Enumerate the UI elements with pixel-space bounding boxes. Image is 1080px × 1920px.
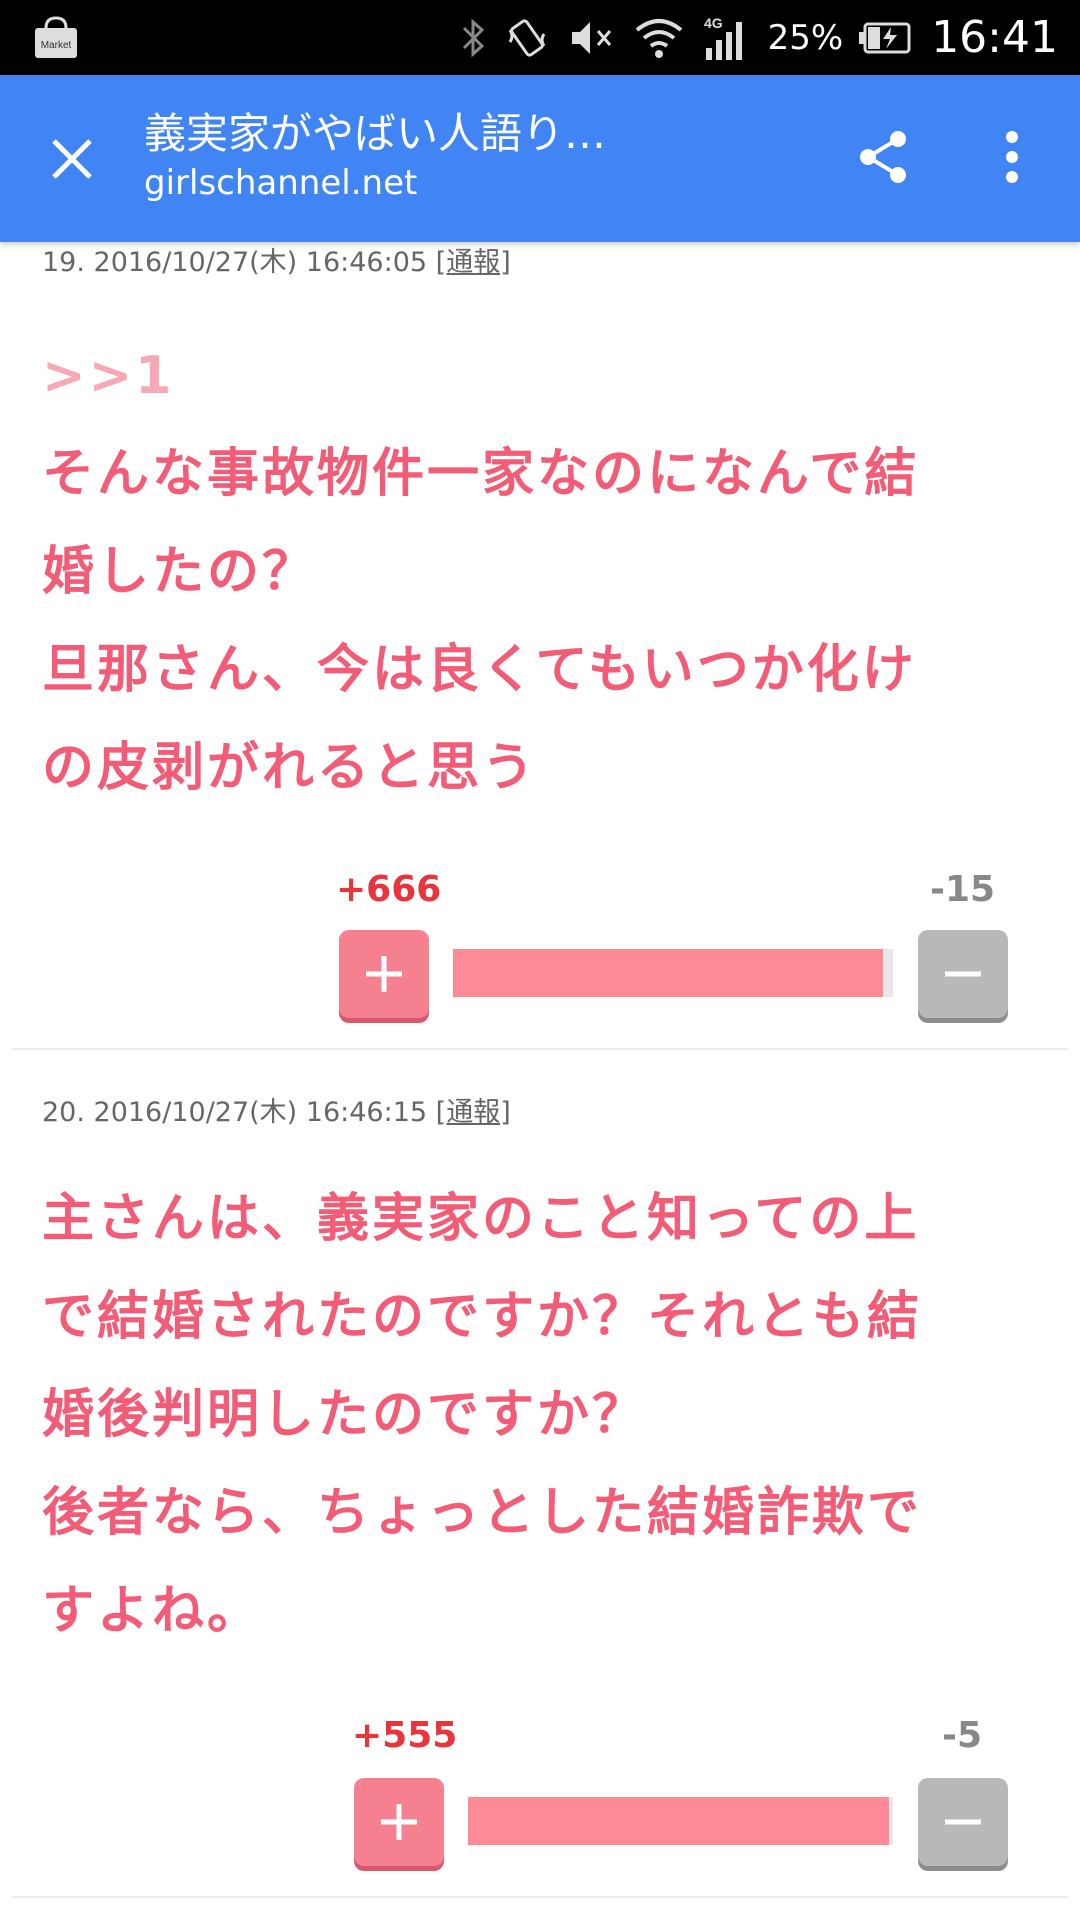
vote-ratio-bar: [468, 1797, 893, 1845]
comment-line: すよね。: [42, 1581, 263, 1641]
comment-line: そんな事故物件一家なのになんで結: [42, 444, 920, 504]
minus-count: -5: [942, 1715, 982, 1756]
signal-icon: 4G: [702, 14, 750, 62]
comment-number-date: 20. 2016/10/27(木) 16:46:15: [42, 1097, 428, 1128]
clock: 16:41: [931, 12, 1058, 63]
comment-divider: [12, 1896, 1068, 1898]
vote-ratio-bar: [453, 949, 893, 997]
comment-line: 婚後判明したのですか？: [42, 1385, 648, 1445]
page-domain: girlschannel.net: [144, 163, 418, 204]
comment-number-date: 19. 2016/10/27(木) 16:46:05: [42, 247, 428, 278]
report-link[interactable]: [通報]: [436, 247, 511, 278]
battery-percent: 25%: [767, 17, 844, 58]
vibrate-icon: [506, 16, 550, 60]
share-button[interactable]: [848, 121, 920, 193]
comment-line: 主さんは、義実家のこと知っての上: [42, 1189, 920, 1249]
minus-vote-button[interactable]: [918, 930, 1008, 1018]
more-vert-icon: [1006, 131, 1018, 183]
comment-line: 旦那さん、今は良くてもいつか化け: [42, 640, 917, 700]
minus-vote-button[interactable]: [918, 1778, 1008, 1866]
wifi-icon: [634, 16, 684, 60]
vote-ratio-fill: [453, 949, 884, 997]
more-options-button[interactable]: [976, 121, 1048, 193]
minus-count: -15: [930, 869, 996, 910]
comment-line: で結婚されたのですか？それとも結: [42, 1287, 923, 1347]
comment-line: 婚したの？: [42, 542, 318, 602]
comment-item: 20. 2016/10/27(木) 16:46:15 [通報] 主さんは、義実家…: [0, 1050, 1080, 1920]
plus-icon: [381, 1804, 417, 1840]
plus-count: +555: [352, 1715, 458, 1756]
comment-line: 後者なら、ちょっとした結婚詐欺で: [42, 1483, 923, 1543]
plus-count: +666: [336, 869, 442, 910]
custom-tab-toolbar: 義実家がやばい人語り… girlschannel.net: [0, 75, 1080, 242]
plus-icon: [366, 956, 402, 992]
comment-meta: 20. 2016/10/27(木) 16:46:15 [通報]: [42, 1090, 511, 1129]
comment-item: 19. 2016/10/27(木) 16:46:05 [通報] >>1 そんな事…: [0, 242, 1080, 1050]
comment-meta: 19. 2016/10/27(木) 16:46:05 [通報]: [42, 242, 511, 279]
market-icon: Market: [32, 14, 80, 60]
status-bar: Market 4G 25% 16:41: [0, 0, 1080, 75]
minus-icon: [945, 971, 981, 977]
page-title: 義実家がやばい人語り…: [144, 109, 607, 158]
comment-list: 19. 2016/10/27(木) 16:46:05 [通報] >>1 そんな事…: [0, 242, 1080, 1920]
reply-anchor-link[interactable]: >>1: [42, 327, 1042, 425]
comment-body: 主さんは、義実家のこと知っての上 で結婚されたのですか？それとも結 婚後判明した…: [42, 1170, 1042, 1660]
network-type: 4G: [704, 15, 723, 31]
bluetooth-icon: [460, 16, 488, 60]
close-icon: [52, 139, 92, 179]
mute-icon: [568, 16, 616, 60]
close-button[interactable]: [36, 123, 108, 195]
title-area: 義実家がやばい人語り… girlschannel.net: [144, 109, 704, 204]
battery-charging-icon: [857, 21, 913, 55]
minus-icon: [945, 1819, 981, 1825]
plus-vote-button[interactable]: [354, 1778, 444, 1866]
comment-line: の皮剥がれると思う: [42, 738, 538, 798]
market-label: Market: [41, 40, 72, 51]
plus-vote-button[interactable]: [339, 930, 429, 1018]
share-icon: [860, 131, 906, 183]
comment-body: >>1 そんな事故物件一家なのになんで結 婚したの？ 旦那さん、今は良くてもいつ…: [42, 327, 1042, 817]
report-link[interactable]: [通報]: [436, 1097, 511, 1128]
vote-ratio-fill: [468, 1797, 890, 1845]
